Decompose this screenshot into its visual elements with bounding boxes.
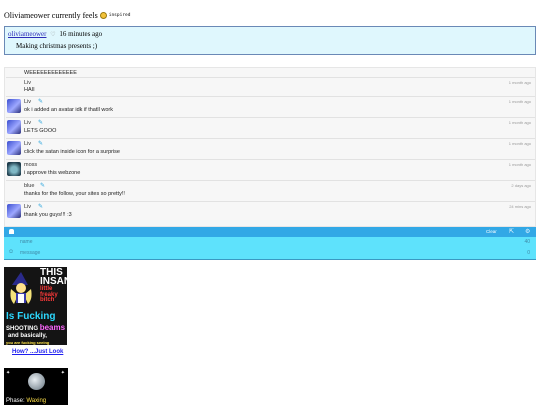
chat-messages[interactable]: WEEEEEEEEEEEEE Liv HAII 1 month ago Liv … — [4, 67, 536, 227]
chat-message-text: thank you guys!!! :3 — [24, 212, 72, 218]
chat-message-time: 2 days ago — [511, 183, 531, 188]
chat-message-time: 1 month ago — [508, 99, 531, 104]
moon-phase-text: Phase: Waxing — [6, 398, 47, 404]
chat-message-time: 1 month ago — [508, 162, 531, 167]
edit-icon[interactable]: ✎ — [40, 182, 45, 189]
edit-icon[interactable]: ✎ — [38, 203, 43, 210]
name-field[interactable]: name 40 — [18, 238, 530, 247]
heart-icon[interactable]: ♡ — [50, 32, 55, 38]
chat-message-time: 1 month ago — [508, 120, 531, 125]
avatar[interactable] — [7, 162, 21, 176]
chat-message-time: 1 month ago — [508, 80, 531, 85]
avatar[interactable] — [7, 99, 21, 113]
star-icon: ✦ — [6, 371, 11, 376]
chat-message-name: blue — [24, 183, 35, 189]
status-message: Making christmas presents ;) — [16, 42, 98, 50]
chat-message: Liv HAII 1 month ago — [6, 78, 535, 97]
chat-message-time: 24 mins ago — [509, 204, 531, 209]
chat-message-name: Liv — [24, 80, 32, 86]
message-field[interactable]: message 0 — [18, 249, 530, 258]
name-placeholder: name — [20, 239, 33, 245]
chat-message: blue ✎ thanks for the follow, your sites… — [6, 181, 535, 202]
stamp-line: you are fucking seeing — [6, 340, 50, 345]
edit-icon[interactable]: ✎ — [38, 140, 43, 147]
chat-form: name 40 ☺ message 0 — [4, 237, 536, 260]
bell-icon[interactable] — [9, 229, 14, 234]
witch-icon — [10, 272, 32, 304]
moon-phase-widget: ✦ ✦ Phase: Waxing — [4, 368, 68, 405]
chat-message-name: moss — [24, 162, 38, 168]
chat-message-text: i approve this webzone — [24, 170, 81, 176]
stamp-line: Is Fucking — [6, 311, 56, 322]
stamp-line: THISINSANE — [40, 267, 67, 287]
avatar[interactable] — [7, 120, 21, 134]
chat-toolbar: Clear ⇱ ⚙ — [4, 227, 536, 237]
message-placeholder: message — [20, 250, 41, 256]
chat-message-text: LETS GOOO — [24, 128, 57, 134]
status-box: oliviameower ♡ 16 minutes ago Making chr… — [4, 26, 536, 55]
chat-message-name: Liv — [24, 204, 32, 210]
chat-message-name: Liv — [24, 99, 32, 105]
chat-message-text: WEEEEEEEEEEEEE — [24, 70, 77, 76]
blinkie-stamp[interactable]: THISINSANE little freaky bitch Is Fuckin… — [4, 267, 67, 345]
stamp-link[interactable]: How? ...Just Look — [12, 349, 63, 355]
avatar[interactable] — [7, 141, 21, 155]
chat-message-time: 1 month ago — [508, 141, 531, 146]
chat-message-text: click the satan inside icon for a surpri… — [24, 149, 120, 155]
message-char-count: 0 — [527, 250, 530, 256]
mood-word: inspired — [108, 13, 131, 18]
stamp-line: SHOOTING beams — [6, 323, 66, 332]
chat-message-name: Liv — [24, 141, 32, 147]
chat-message: moss i approve this webzone 1 month ago — [6, 160, 535, 181]
status-user-link[interactable]: oliviameower — [8, 30, 47, 38]
chat-message: Liv ✎ LETS GOOO 1 month ago — [6, 118, 535, 139]
chat-message-text: HAII — [24, 87, 35, 93]
chat-message-text: ok i added an avatar idk if thatll work — [24, 107, 113, 113]
star-icon: ✦ — [60, 371, 65, 376]
popout-icon[interactable]: ⇱ — [509, 228, 514, 235]
chat-message-name: Liv — [24, 120, 32, 126]
edit-icon[interactable]: ✎ — [38, 98, 43, 105]
avatar[interactable] — [7, 204, 21, 218]
stamp-line: and basically, — [8, 333, 47, 339]
chat-message: Liv ✎ thank you guys!!! :3 24 mins ago — [6, 202, 535, 226]
chat-message: Liv ✎ ok i added an avatar idk if thatll… — [6, 97, 535, 118]
gear-icon[interactable]: ⚙ — [525, 228, 530, 235]
clear-button[interactable]: Clear — [486, 229, 497, 234]
stamp-line: little freaky bitch — [40, 286, 58, 303]
chatbox: WEEEEEEEEEEEEE Liv HAII 1 month ago Liv … — [4, 67, 536, 262]
smiley-icon[interactable]: ☺ — [8, 249, 14, 255]
status-meta: oliviameower ♡ 16 minutes ago — [8, 30, 102, 38]
moon-icon — [28, 373, 45, 390]
current-mood: Oliviameower currently feels inspired — [4, 11, 130, 20]
chat-message: Liv ✎ click the satan inside icon for a … — [6, 139, 535, 160]
chat-message: WEEEEEEEEEEEEE — [6, 68, 535, 78]
mood-face-icon — [99, 12, 107, 19]
chat-message-text: thanks for the follow, your sites so pre… — [24, 191, 125, 197]
mood-prefix: Oliviameower currently feels — [4, 11, 98, 20]
status-time: 16 minutes ago — [59, 30, 103, 38]
edit-icon[interactable]: ✎ — [38, 119, 43, 126]
name-char-count: 40 — [524, 239, 530, 245]
